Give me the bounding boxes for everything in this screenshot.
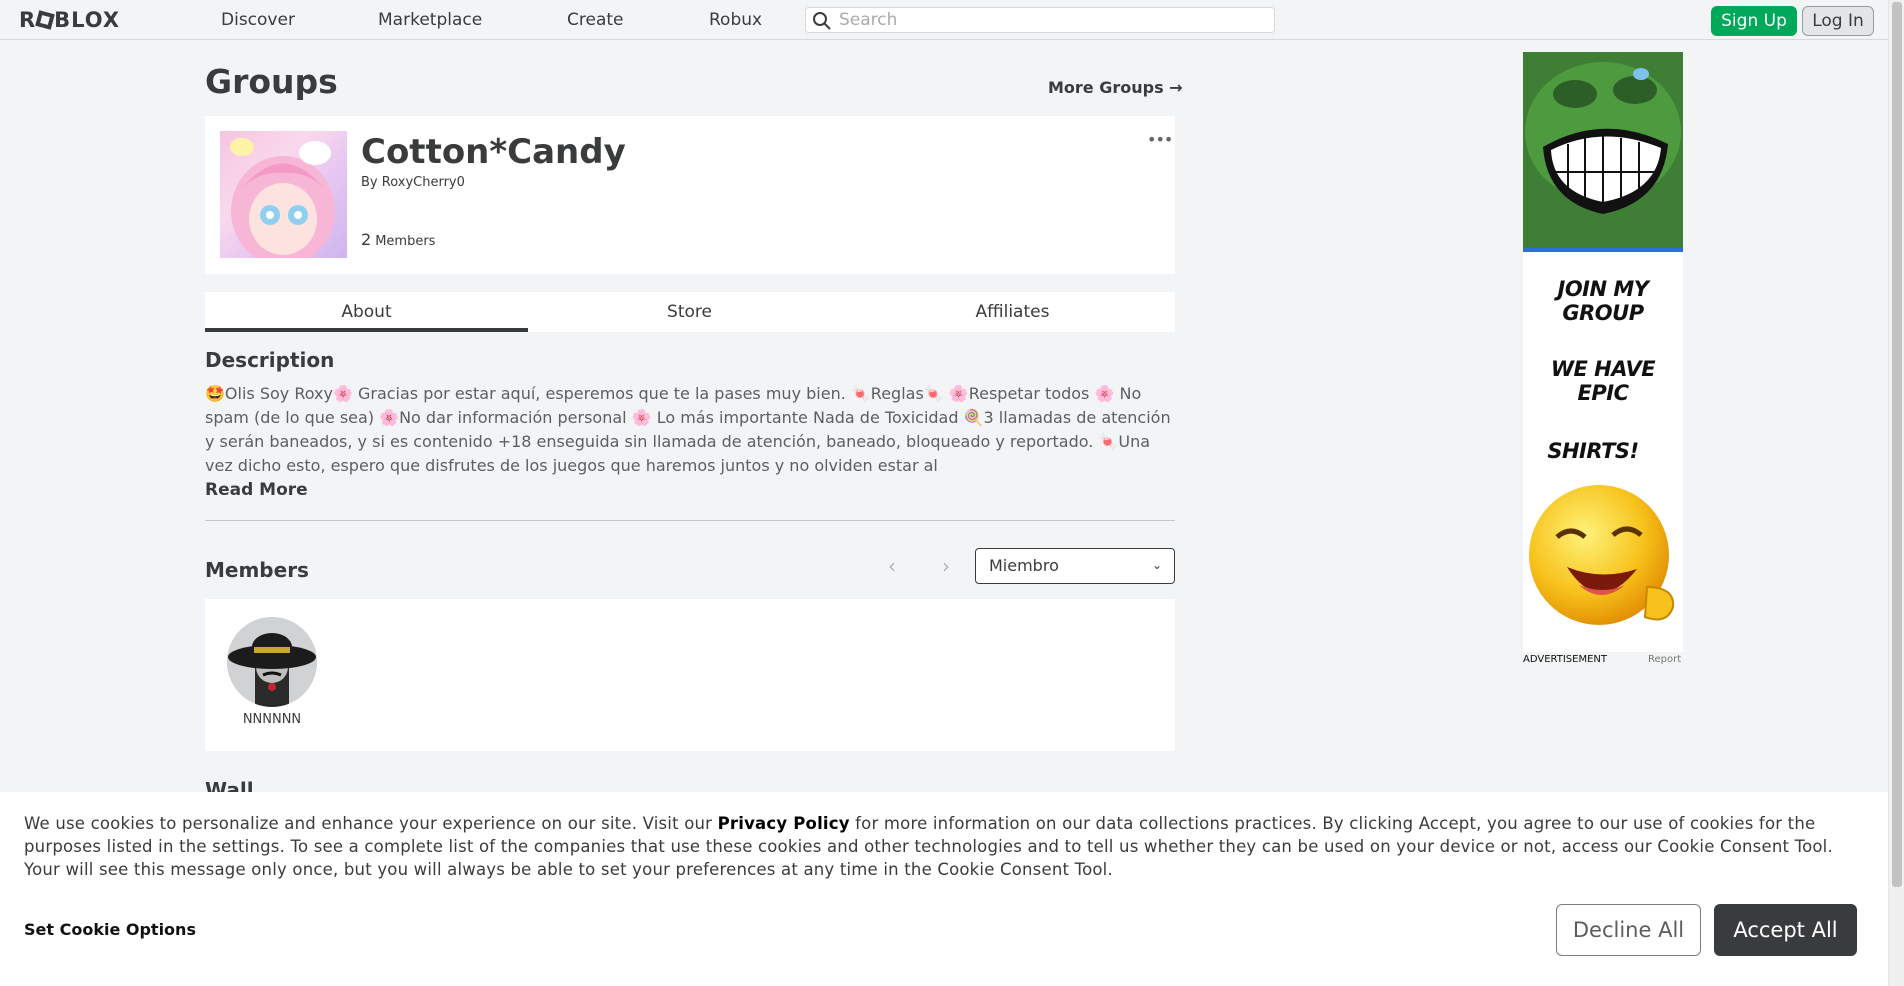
set-cookie-options-link[interactable]: Set Cookie Options (24, 920, 196, 939)
more-groups-link[interactable]: More Groups → (1048, 78, 1183, 97)
member-name[interactable]: NNNNNN (227, 712, 317, 727)
group-header-card: Cotton*Candy By RoxyCherry0 2 Members ••• (205, 116, 1175, 274)
ad-line-2: WE HAVE EPIC (1550, 357, 1656, 405)
advertisement-banner[interactable]: JOIN MY GROUP WE HAVE EPIC SHIRTS! (1523, 52, 1683, 652)
search-icon (813, 12, 831, 30)
ad-report-link[interactable]: Report (1648, 654, 1681, 665)
read-more-link[interactable]: Read More (205, 480, 308, 500)
decline-all-button[interactable]: Decline All (1556, 904, 1701, 956)
sign-up-button[interactable]: Sign Up (1711, 6, 1797, 36)
chevron-down-icon: ⌄ (1151, 558, 1162, 572)
role-dropdown[interactable]: Miembro ⌄ (975, 548, 1175, 584)
section-divider (205, 520, 1175, 521)
owner-link[interactable]: RoxyCherry0 (382, 175, 465, 190)
sombrero-avatar-icon (227, 617, 317, 707)
description-title: Description (205, 348, 335, 372)
log-in-button[interactable]: Log In (1802, 6, 1874, 36)
scrollbar-thumb[interactable] (1892, 2, 1902, 887)
group-name: Cotton*Candy (361, 132, 626, 172)
avatar[interactable] (227, 617, 317, 707)
group-emblem-image (220, 131, 347, 258)
ad-label: ADVERTISEMENT (1523, 654, 1608, 665)
laughing-frog-icon (1523, 52, 1683, 248)
roblox-logo[interactable]: R BLOX (19, 8, 120, 32)
cookie-consent-banner: We use cookies to personalize and enhanc… (0, 792, 1888, 986)
tab-about[interactable]: About (205, 292, 528, 332)
search-placeholder: Search (839, 10, 898, 30)
by-label: By (361, 175, 378, 190)
nav-link-discover[interactable]: Discover (221, 10, 295, 30)
description-text: 🤩Olis Soy Roxy🌸 Gracias por estar aquí, … (205, 384, 1171, 475)
ad-line-1: JOIN MY GROUP (1557, 277, 1649, 325)
nav-link-robux[interactable]: Robux (709, 10, 762, 30)
search-input[interactable]: Search (805, 7, 1275, 33)
member-count: 2 Members (361, 230, 435, 249)
chevron-left-icon[interactable]: ‹ (888, 554, 896, 578)
logo-glyph-icon (35, 10, 55, 30)
tab-store[interactable]: Store (528, 292, 851, 332)
tab-affiliates[interactable]: Affiliates (851, 292, 1174, 332)
chevron-right-icon[interactable]: › (942, 554, 950, 578)
nav-link-create[interactable]: Create (567, 10, 624, 30)
page-title: Groups (205, 62, 338, 101)
nav-link-marketplace[interactable]: Marketplace (378, 10, 482, 30)
role-dropdown-value: Miembro (989, 556, 1059, 575)
members-title: Members (205, 558, 309, 582)
privacy-policy-link[interactable]: Privacy Policy (718, 814, 850, 833)
group-tabs: About Store Affiliates (205, 292, 1175, 332)
cookie-text-before: We use cookies to personalize and enhanc… (24, 814, 718, 833)
member-count-value: 2 (361, 230, 372, 249)
top-navigation-bar: R BLOX Discover Marketplace Create Robux … (0, 0, 1888, 40)
member-count-label: Members (375, 234, 436, 249)
members-list: NNNNNN (205, 599, 1175, 751)
accept-all-button[interactable]: Accept All (1714, 904, 1857, 956)
group-owner: By RoxyCherry0 (361, 175, 465, 190)
laughing-smiley-icon (1529, 485, 1675, 625)
ad-divider (1523, 248, 1683, 252)
more-options-icon[interactable]: ••• (1147, 130, 1173, 149)
anime-girl-emblem-icon (230, 138, 335, 258)
ad-line-3: SHIRTS! (1547, 439, 1639, 463)
page-scrollbar[interactable] (1888, 0, 1904, 986)
cookie-consent-text: We use cookies to personalize and enhanc… (24, 812, 1854, 881)
